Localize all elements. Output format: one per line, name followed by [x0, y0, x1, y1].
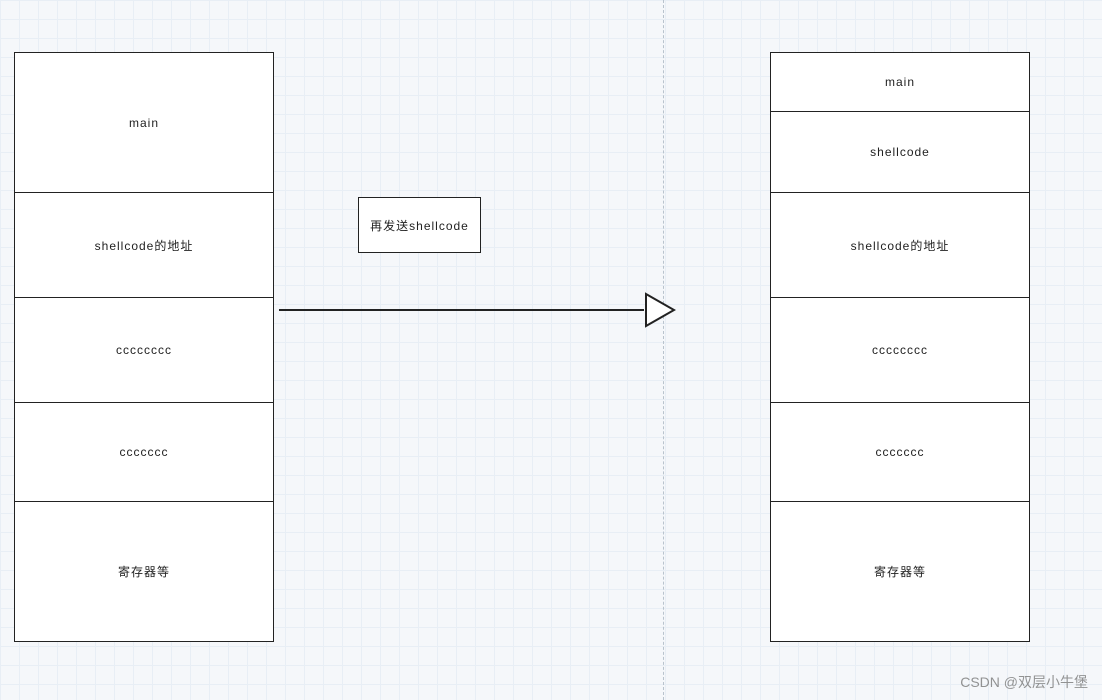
right-cell-cccccccc: cccccccc	[770, 297, 1030, 403]
watermark: CSDN @双层小牛堡	[960, 672, 1088, 692]
right-cell-registers: 寄存器等	[770, 501, 1030, 642]
left-cell-shellcode-addr: shellcode的地址	[14, 192, 274, 298]
arrow	[279, 292, 678, 328]
cell-label: ccccccc	[120, 445, 169, 459]
right-cell-shellcode-addr: shellcode的地址	[770, 192, 1030, 298]
vertical-divider	[663, 0, 664, 700]
watermark-text: CSDN @双层小牛堡	[960, 674, 1088, 690]
center-label-box: 再发送shellcode	[358, 197, 481, 253]
cell-label: cccccccc	[116, 343, 172, 357]
left-cell-main: main	[14, 52, 274, 193]
left-cell-registers: 寄存器等	[14, 501, 274, 642]
arrow-line	[279, 309, 644, 311]
arrow-head-icon	[644, 292, 678, 328]
cell-label: shellcode	[870, 145, 930, 159]
right-cell-ccccccc: ccccccc	[770, 402, 1030, 502]
left-cell-ccccccc: ccccccc	[14, 402, 274, 502]
cell-label: cccccccc	[872, 343, 928, 357]
center-label: 再发送shellcode	[370, 217, 469, 234]
cell-label: main	[885, 75, 915, 89]
right-cell-shellcode: shellcode	[770, 111, 1030, 193]
cell-label: 寄存器等	[118, 563, 170, 580]
cell-label: ccccccc	[876, 445, 925, 459]
right-cell-main: main	[770, 52, 1030, 112]
left-cell-cccccccc: cccccccc	[14, 297, 274, 403]
cell-label: shellcode的地址	[851, 237, 950, 254]
cell-label: 寄存器等	[874, 563, 926, 580]
cell-label: main	[129, 116, 159, 130]
cell-label: shellcode的地址	[95, 237, 194, 254]
